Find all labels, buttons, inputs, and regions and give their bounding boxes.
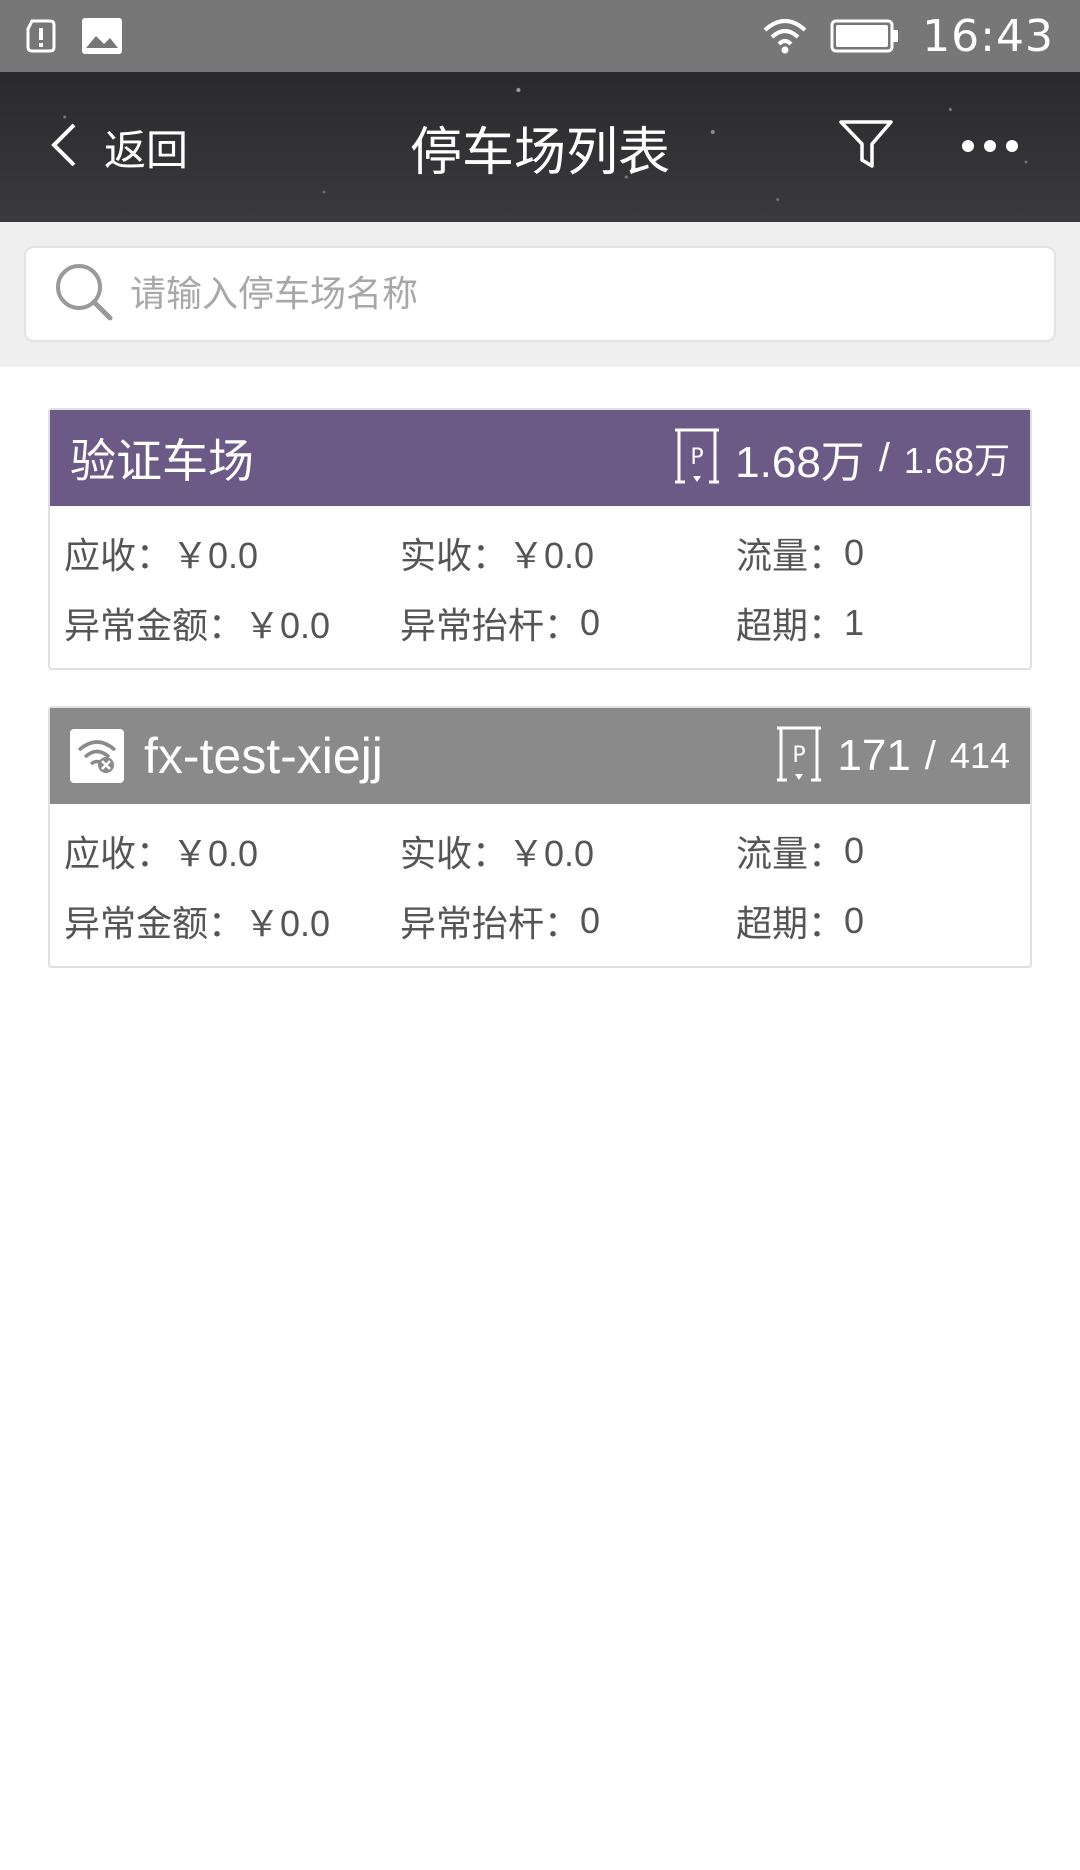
abnormal-amount-stat: 异常金额： ￥0.0	[64, 895, 400, 947]
parking-space-icon: P	[775, 726, 823, 787]
more-icon	[961, 138, 1019, 157]
capacity-total: 414	[949, 735, 1010, 776]
receivable-stat: 应收： ￥0.0	[64, 527, 400, 579]
received-value: ￥0.0	[508, 535, 595, 576]
more-button[interactable]	[958, 117, 1022, 177]
overdue-label: 超期：	[736, 606, 845, 647]
title-bar: 返回 停车场列表	[0, 72, 1080, 222]
status-left	[26, 18, 122, 54]
abnormal-amount-label: 异常金额：	[64, 904, 245, 945]
traffic-value: 0	[844, 830, 865, 871]
received-stat: 实收： ￥0.0	[400, 527, 736, 579]
received-stat: 实收： ￥0.0	[400, 825, 736, 877]
receivable-value: ￥0.0	[172, 833, 259, 874]
search-area	[0, 222, 1080, 367]
traffic-label: 流量：	[736, 536, 845, 577]
overdue-value: 1	[844, 602, 865, 643]
filter-icon	[838, 118, 894, 176]
status-right: 16:43	[762, 11, 1054, 62]
capacity-used: 171	[837, 731, 911, 780]
card-body: 应收： ￥0.0 实收： ￥0.0 流量： 0 异常金额： ￥0.0 异常抬杆：…	[50, 804, 1030, 966]
receivable-label: 应收：	[64, 536, 173, 577]
abnormal-lift-stat: 异常抬杆： 0	[400, 895, 736, 947]
filter-button[interactable]	[836, 117, 896, 177]
card-header: fx-test-xiejj P 171 / 414	[50, 708, 1030, 804]
card-header: 验证车场 P 1.68万 / 1.68万	[50, 410, 1030, 506]
received-label: 实收：	[400, 536, 509, 577]
receivable-value: ￥0.0	[172, 535, 259, 576]
abnormal-amount-value: ￥0.0	[244, 605, 331, 646]
overdue-stat: 超期： 1	[736, 597, 1016, 649]
stat-row: 异常金额： ￥0.0 异常抬杆： 0 超期： 0	[64, 886, 1016, 956]
search-box[interactable]	[24, 246, 1056, 342]
back-button[interactable]: 返回	[48, 72, 188, 222]
stat-row: 异常金额： ￥0.0 异常抬杆： 0 超期： 1	[64, 588, 1016, 658]
lot-name: fx-test-xiejj	[144, 728, 383, 784]
svg-text:P: P	[793, 743, 806, 768]
wifi-icon	[762, 18, 808, 54]
card-name-wrap: fx-test-xiejj	[70, 727, 383, 785]
status-time: 16:43	[922, 10, 1054, 62]
stat-row: 应收： ￥0.0 实收： ￥0.0 流量： 0	[64, 816, 1016, 886]
abnormal-lift-value: 0	[580, 900, 601, 941]
lot-name: 验证车场	[70, 434, 254, 488]
abnormal-amount-stat: 异常金额： ￥0.0	[64, 597, 400, 649]
received-value: ￥0.0	[508, 833, 595, 874]
capacity-used: 1.68万	[735, 438, 865, 487]
parking-lot-card[interactable]: 验证车场 P 1.68万 / 1.68万 应收： ￥0.0 实收： ￥0.0 流…	[48, 408, 1032, 670]
image-icon	[82, 18, 122, 54]
traffic-stat: 流量： 0	[736, 825, 1016, 877]
traffic-stat: 流量： 0	[736, 527, 1016, 579]
capacity: P 1.68万 / 1.68万	[673, 426, 1010, 490]
receivable-label: 应收：	[64, 834, 173, 875]
parking-lot-card[interactable]: fx-test-xiejj P 171 / 414 应收： ￥0.0 实收： ￥…	[48, 706, 1032, 968]
card-body: 应收： ￥0.0 实收： ￥0.0 流量： 0 异常金额： ￥0.0 异常抬杆：…	[50, 506, 1030, 668]
stat-row: 应收： ￥0.0 实收： ￥0.0 流量： 0	[64, 518, 1016, 588]
alert-icon	[26, 19, 56, 53]
card-name-wrap: 验证车场	[70, 425, 254, 491]
abnormal-lift-label: 异常抬杆：	[400, 904, 581, 945]
overdue-value: 0	[844, 900, 865, 941]
overdue-label: 超期：	[736, 904, 845, 945]
search-input[interactable]	[130, 273, 1030, 315]
capacity-separator: /	[878, 435, 890, 480]
traffic-value: 0	[844, 532, 865, 573]
parking-space-icon: P	[673, 428, 721, 489]
abnormal-amount-value: ￥0.0	[244, 903, 331, 944]
status-bar: 16:43	[0, 0, 1080, 72]
abnormal-amount-label: 异常金额：	[64, 606, 245, 647]
abnormal-lift-label: 异常抬杆：	[400, 606, 581, 647]
back-label: 返回	[104, 125, 189, 175]
capacity-total: 1.68万	[903, 440, 1010, 481]
received-label: 实收：	[400, 834, 509, 875]
search-icon	[52, 260, 116, 328]
chevron-left-icon	[48, 121, 78, 173]
receivable-stat: 应收： ￥0.0	[64, 825, 400, 877]
battery-icon	[830, 19, 900, 53]
offline-wifi-icon	[70, 729, 124, 783]
capacity: P 171 / 414	[775, 726, 1010, 787]
abnormal-lift-stat: 异常抬杆： 0	[400, 597, 736, 649]
traffic-label: 流量：	[736, 834, 845, 875]
overdue-stat: 超期： 0	[736, 895, 1016, 947]
svg-text:P: P	[691, 445, 704, 470]
abnormal-lift-value: 0	[580, 602, 601, 643]
capacity-separator: /	[924, 733, 936, 778]
